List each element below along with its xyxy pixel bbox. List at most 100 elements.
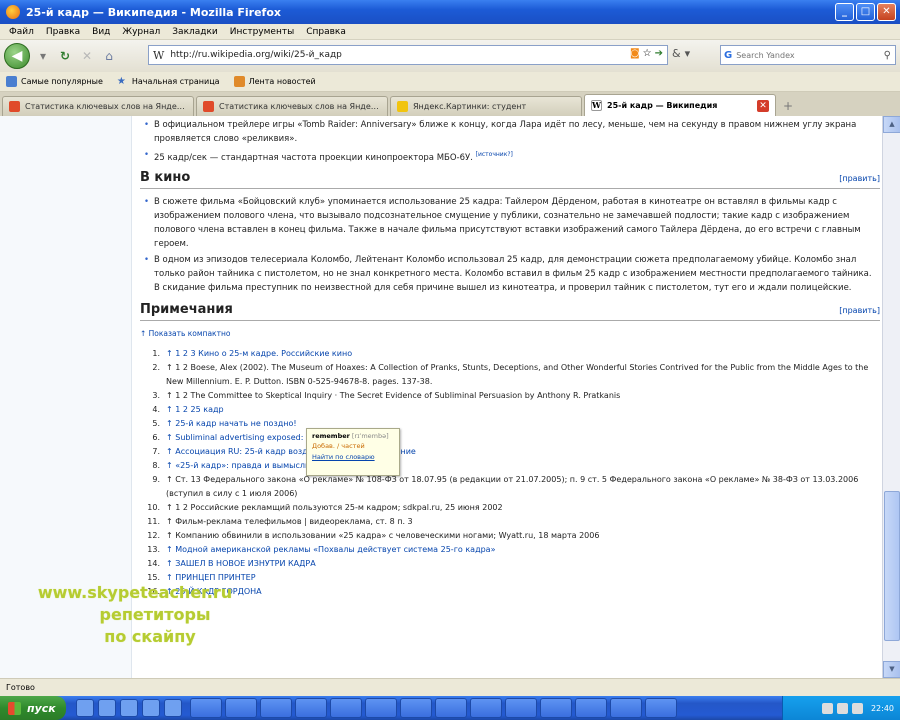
tab-yandex-stats-1[interactable]: Статистика ключевых слов на Янде… <box>2 96 194 116</box>
task-button[interactable] <box>435 698 467 718</box>
task-button[interactable] <box>470 698 502 718</box>
menu-history[interactable]: Журнал <box>117 27 165 37</box>
ref-text[interactable]: ↑ 25-Й КАДР ГОРДОНА <box>166 585 880 599</box>
tab-close-icon[interactable]: ✕ <box>757 99 769 112</box>
ref-text[interactable]: ↑ Subliminal advertising exposed: what a… <box>166 431 880 445</box>
section-heading-cinema: В кино [править] <box>140 170 880 189</box>
menu-edit[interactable]: Правка <box>41 27 85 37</box>
ref-text[interactable]: ↑ Ассоциация RU: 25-й кадр воздействует … <box>166 445 880 459</box>
menu-view[interactable]: Вид <box>87 27 115 37</box>
task-button[interactable] <box>260 698 292 718</box>
ref-number: 5. <box>152 418 160 428</box>
task-button[interactable] <box>295 698 327 718</box>
stop-icon[interactable]: ✕ <box>78 46 96 66</box>
ref-text[interactable]: ↑ ПРИНЦЕП ПРИНТЕР <box>166 571 880 585</box>
window-controls: _ □ ✕ <box>835 3 896 21</box>
bookmark-label: Начальная страница <box>131 77 220 86</box>
scrollbar-thumb[interactable] <box>884 491 900 641</box>
tab-yandex-images[interactable]: Яндекс.Картинки: студент <box>390 96 582 116</box>
ref-number: 12. <box>147 530 160 540</box>
task-button[interactable] <box>225 698 257 718</box>
quicklaunch-icon[interactable] <box>120 699 138 717</box>
quicklaunch-icon[interactable] <box>76 699 94 717</box>
tools-dropdown-icon[interactable]: ▾ <box>685 47 691 60</box>
task-button[interactable] <box>505 698 537 718</box>
rss-feed-icon[interactable]: ◙ <box>630 48 640 59</box>
go-arrow-icon[interactable]: ➔ <box>655 48 663 59</box>
search-box[interactable]: G ⚲ <box>720 45 896 65</box>
ref-text[interactable]: ↑ Модной американской рекламы «Похвалы д… <box>166 543 880 557</box>
tray-icon[interactable] <box>836 702 848 714</box>
reload-icon[interactable]: ↻ <box>56 46 74 66</box>
cinema-list: В сюжете фильма «Бойцовский клуб» упомин… <box>140 195 880 295</box>
history-dropdown-icon[interactable]: ▾ <box>34 46 52 66</box>
search-icon[interactable]: ⚲ <box>884 50 891 61</box>
bookmark-news-feed[interactable]: Лента новостей <box>233 76 316 87</box>
maximize-button[interactable]: □ <box>856 3 875 21</box>
quicklaunch-icon[interactable] <box>164 699 182 717</box>
scroll-up-icon[interactable]: ▲ <box>883 116 900 133</box>
tab-yandex-stats-2[interactable]: Статистика ключевых слов на Янде… <box>196 96 388 116</box>
edit-link[interactable]: [править] <box>839 172 880 186</box>
watermark: www.skypeteacher.ru репетиторы по скайпу <box>0 582 270 648</box>
popup-translation[interactable]: Добав. / частей <box>312 442 394 450</box>
tray-icon[interactable] <box>821 702 833 714</box>
show-compact-link[interactable]: ↑ Показать компактно <box>140 327 880 341</box>
back-button[interactable]: ◀ <box>4 43 30 69</box>
reference-item: 12. ↑ Компанию обвинили в использовании «… <box>140 529 880 543</box>
tab-wikipedia-active[interactable]: W 25-й кадр — Википедия ✕ <box>584 94 776 116</box>
popup-dictionary-link[interactable]: Найти по словарю <box>312 453 394 461</box>
bookmark-label: Лента новостей <box>248 77 316 86</box>
vertical-scrollbar[interactable]: ▲ ▼ <box>882 116 900 678</box>
url-text[interactable]: http://ru.wikipedia.org/wiki/25-й_кадр <box>170 50 342 60</box>
bookmark-most-visited[interactable]: Самые популярные <box>6 76 103 87</box>
quicklaunch-icon[interactable] <box>98 699 116 717</box>
quicklaunch-icon[interactable] <box>142 699 160 717</box>
yandex-favicon-icon <box>9 101 20 112</box>
menu-bookmarks[interactable]: Закладки <box>167 27 223 37</box>
home-icon[interactable]: ⌂ <box>100 46 118 66</box>
reference-item: 6. ↑ Subliminal advertising exposed: what… <box>140 431 880 445</box>
menu-tools[interactable]: Инструменты <box>225 27 299 37</box>
yandex-images-favicon-icon <box>397 101 408 112</box>
task-button[interactable] <box>610 698 642 718</box>
task-button[interactable] <box>540 698 572 718</box>
ref-text[interactable]: ↑ ЗАШЕЛ В НОВОЕ ИЗНУТРИ КАДРА <box>166 557 880 571</box>
menu-help[interactable]: Справка <box>301 27 351 37</box>
translate-icon[interactable]: & <box>672 47 681 60</box>
menu-file[interactable]: Файл <box>4 27 39 37</box>
task-button[interactable] <box>190 698 222 718</box>
bookmark-start-page[interactable]: ★ Начальная страница <box>117 76 220 87</box>
translation-popup: remember [rɪˈmembə] Добав. / частей Найт… <box>306 428 400 476</box>
search-engine-icon[interactable]: G <box>724 50 732 61</box>
scroll-down-icon[interactable]: ▼ <box>883 661 900 678</box>
intro-list: В официальном трейлере игры «Tomb Raider… <box>140 118 880 165</box>
task-button[interactable] <box>365 698 397 718</box>
heading-text: Примечания <box>140 301 233 317</box>
search-input[interactable] <box>736 50 877 60</box>
clock[interactable]: 22:40 <box>871 704 894 713</box>
ref-text[interactable]: ↑ 1 2 3 Кино о 25-м кадре. Российские ки… <box>166 347 880 361</box>
start-button[interactable]: пуск <box>0 696 66 720</box>
ref-text[interactable]: ↑ «25-й кадр»: правда и вымыслы <box>166 459 880 473</box>
close-button[interactable]: ✕ <box>877 3 896 21</box>
task-button[interactable] <box>330 698 362 718</box>
ref-text[interactable]: ↑ 1 2 25 кадр <box>166 403 880 417</box>
edit-link[interactable]: [править] <box>839 304 880 318</box>
bookmark-star-icon[interactable]: ☆ <box>643 48 652 59</box>
tray-icon[interactable] <box>851 702 863 714</box>
url-bar[interactable]: W http://ru.wikipedia.org/wiki/25-й_кадр… <box>148 45 668 65</box>
ref-text: ↑ 1 2 The Committee to Skeptical Inquiry… <box>166 390 621 400</box>
ref-text: ↑ Фильм-реклама телефильмов | видеорекла… <box>166 516 413 526</box>
reference-item: 7. ↑ Ассоциация RU: 25-й кадр воздействуе… <box>140 445 880 459</box>
windows-logo-icon <box>8 701 21 715</box>
new-tab-button[interactable]: + <box>778 96 798 116</box>
minimize-button[interactable]: _ <box>835 3 854 21</box>
task-button[interactable] <box>645 698 677 718</box>
window-title: 25-й кадр — Википедия - Mozilla Firefox <box>26 5 281 19</box>
citation-needed[interactable]: [источник?] <box>476 151 513 158</box>
ref-text[interactable]: ↑ 25-й кадр начать не поздно! <box>166 417 880 431</box>
task-button[interactable] <box>575 698 607 718</box>
reference-item: 8. ↑ «25-й кадр»: правда и вымыслы <box>140 459 880 473</box>
task-button[interactable] <box>400 698 432 718</box>
